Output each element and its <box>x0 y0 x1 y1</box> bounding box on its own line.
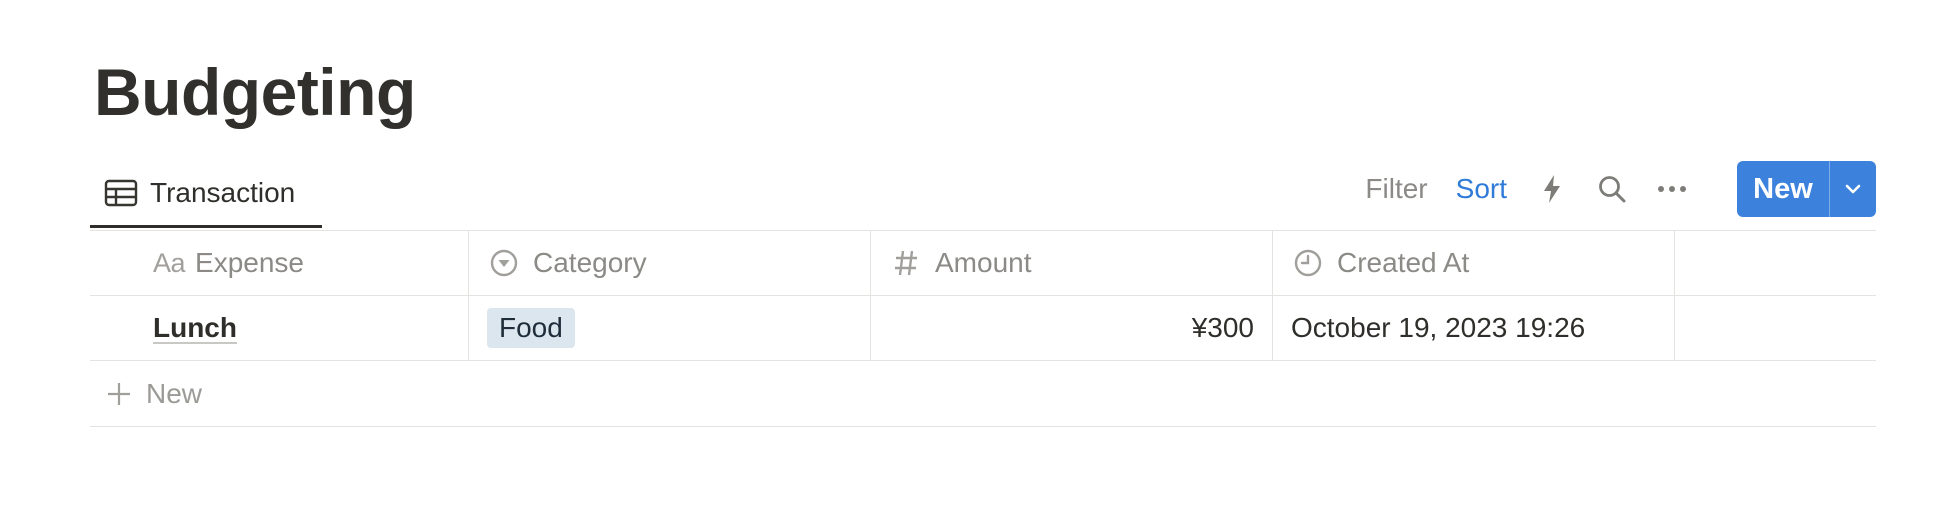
category-cell[interactable]: Food <box>469 296 871 360</box>
column-label: Amount <box>935 247 1032 278</box>
tab-transaction[interactable]: Transaction <box>90 160 322 228</box>
add-property-column[interactable] <box>1675 231 1876 295</box>
expense-cell[interactable]: Lunch <box>90 296 469 360</box>
toolbar: Filter Sort New <box>1365 161 1876 217</box>
tab-label: Transaction <box>150 176 296 208</box>
number-property-icon <box>889 246 923 280</box>
chevron-down-icon <box>1845 184 1861 194</box>
clock-icon <box>1291 246 1325 280</box>
column-label: Created At <box>1337 247 1470 278</box>
select-icon <box>487 246 521 280</box>
column-header-created-at[interactable]: Created At <box>1273 231 1675 295</box>
created-at-cell: October 19, 2023 19:26 <box>1273 296 1675 360</box>
add-row-button[interactable]: New <box>90 361 1876 427</box>
column-label: Expense <box>195 247 304 278</box>
page-title: Budgeting <box>94 55 416 129</box>
more-icon[interactable] <box>1655 172 1689 206</box>
column-header-amount[interactable]: Amount <box>871 231 1273 295</box>
search-icon[interactable] <box>1595 172 1629 206</box>
amount-cell[interactable]: ¥300 <box>871 296 1273 360</box>
new-button[interactable]: New <box>1737 161 1829 217</box>
column-label: Category <box>533 247 647 278</box>
text-property-icon: Aa <box>153 247 186 278</box>
expense-title-link[interactable]: Lunch <box>153 312 237 344</box>
category-tag: Food <box>487 308 575 348</box>
page: Budgeting Transaction Filter Sort New Aa… <box>0 0 1950 508</box>
table-row[interactable]: Lunch Food ¥300 October 19, 2023 19:26 <box>90 296 1876 361</box>
plus-icon <box>104 379 134 409</box>
column-header-category[interactable]: Category <box>469 231 871 295</box>
empty-cell <box>1675 296 1876 360</box>
database-table: Aa Expense Category Amount Created At Lu… <box>90 230 1876 427</box>
column-header-expense[interactable]: Aa Expense <box>90 231 469 295</box>
new-button-group: New <box>1737 161 1876 217</box>
lightning-icon[interactable] <box>1535 172 1569 206</box>
table-icon <box>104 179 138 207</box>
new-dropdown-button[interactable] <box>1829 161 1876 217</box>
view-bar: Transaction Filter Sort New <box>90 160 1876 230</box>
add-row-label: New <box>146 377 203 409</box>
filter-button[interactable]: Filter <box>1365 173 1427 205</box>
sort-button[interactable]: Sort <box>1456 173 1507 205</box>
table-header: Aa Expense Category Amount Created At <box>90 230 1876 296</box>
